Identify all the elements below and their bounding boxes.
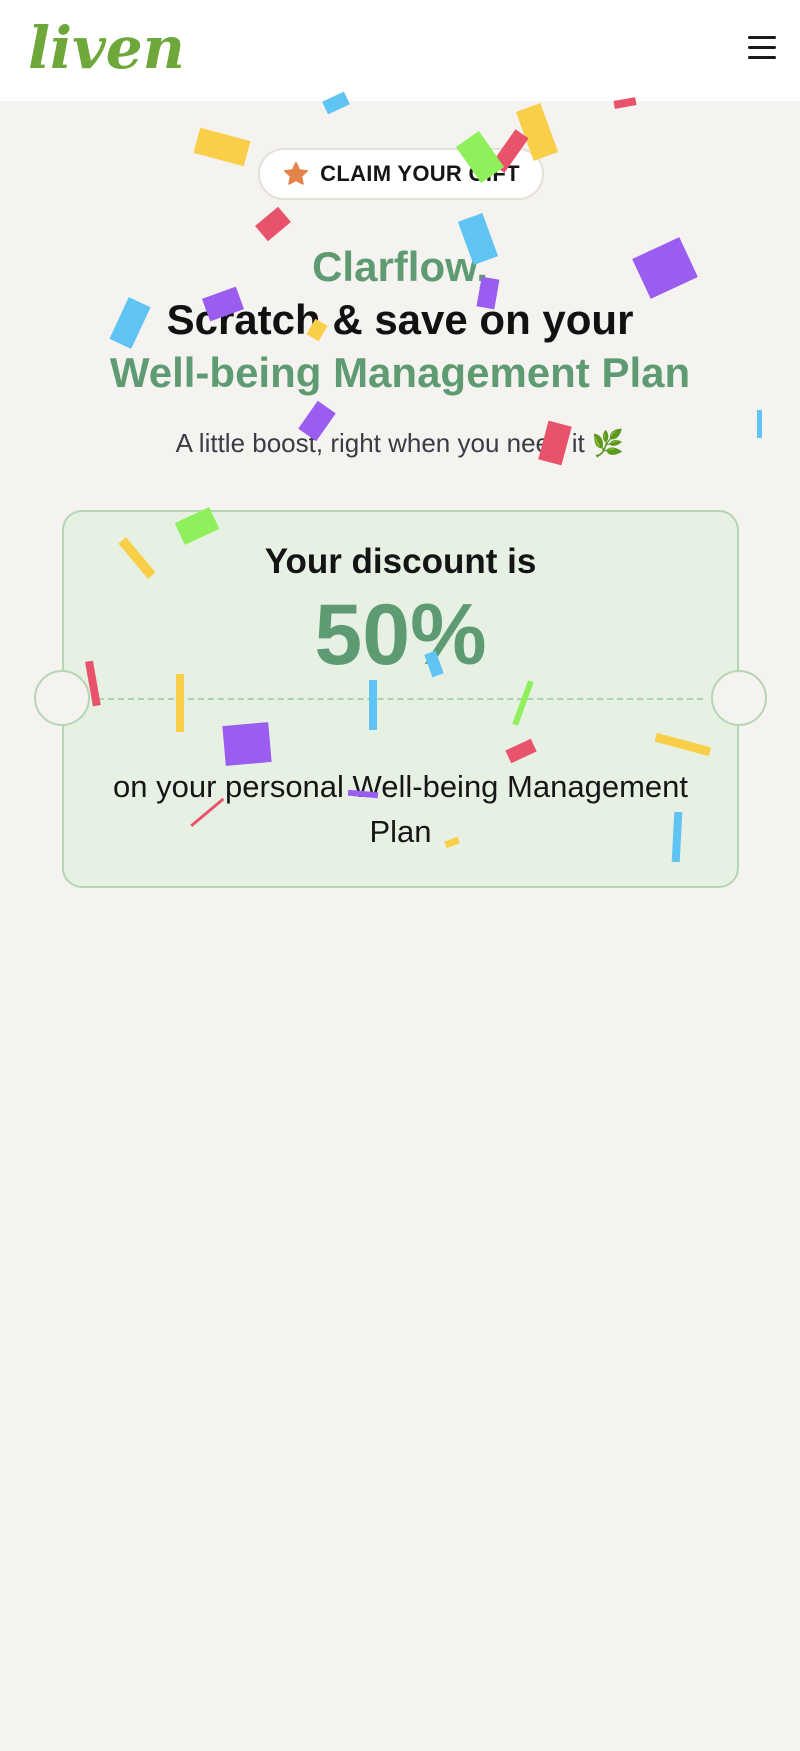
star-icon <box>284 162 309 185</box>
discount-ticket: Your discount is 50% on your personal We… <box>34 510 767 888</box>
liven-logo[interactable]: liven <box>24 14 194 84</box>
confetti-piece <box>193 127 251 167</box>
discount-label: Your discount is <box>264 542 537 581</box>
page-headline: Scratch & save on your <box>166 296 634 343</box>
user-greeting: Clarflow, <box>312 243 488 290</box>
claim-gift-badge: CLAIM YOUR GIFT <box>258 148 544 200</box>
logo-text: liven <box>28 14 185 82</box>
top-header: liven <box>0 0 800 101</box>
confetti-piece <box>255 206 291 242</box>
ticket-perforation <box>98 698 703 700</box>
page-subtitle: A little boost, right when you need it 🌿 <box>175 428 625 458</box>
hamburger-menu-icon[interactable] <box>742 30 782 66</box>
discount-description: on your personal Well-being Management P… <box>113 769 688 849</box>
plan-name: Well-being Management Plan <box>109 349 691 396</box>
discount-value: 50% <box>314 587 487 683</box>
claim-gift-label: CLAIM YOUR GIFT <box>320 161 520 186</box>
